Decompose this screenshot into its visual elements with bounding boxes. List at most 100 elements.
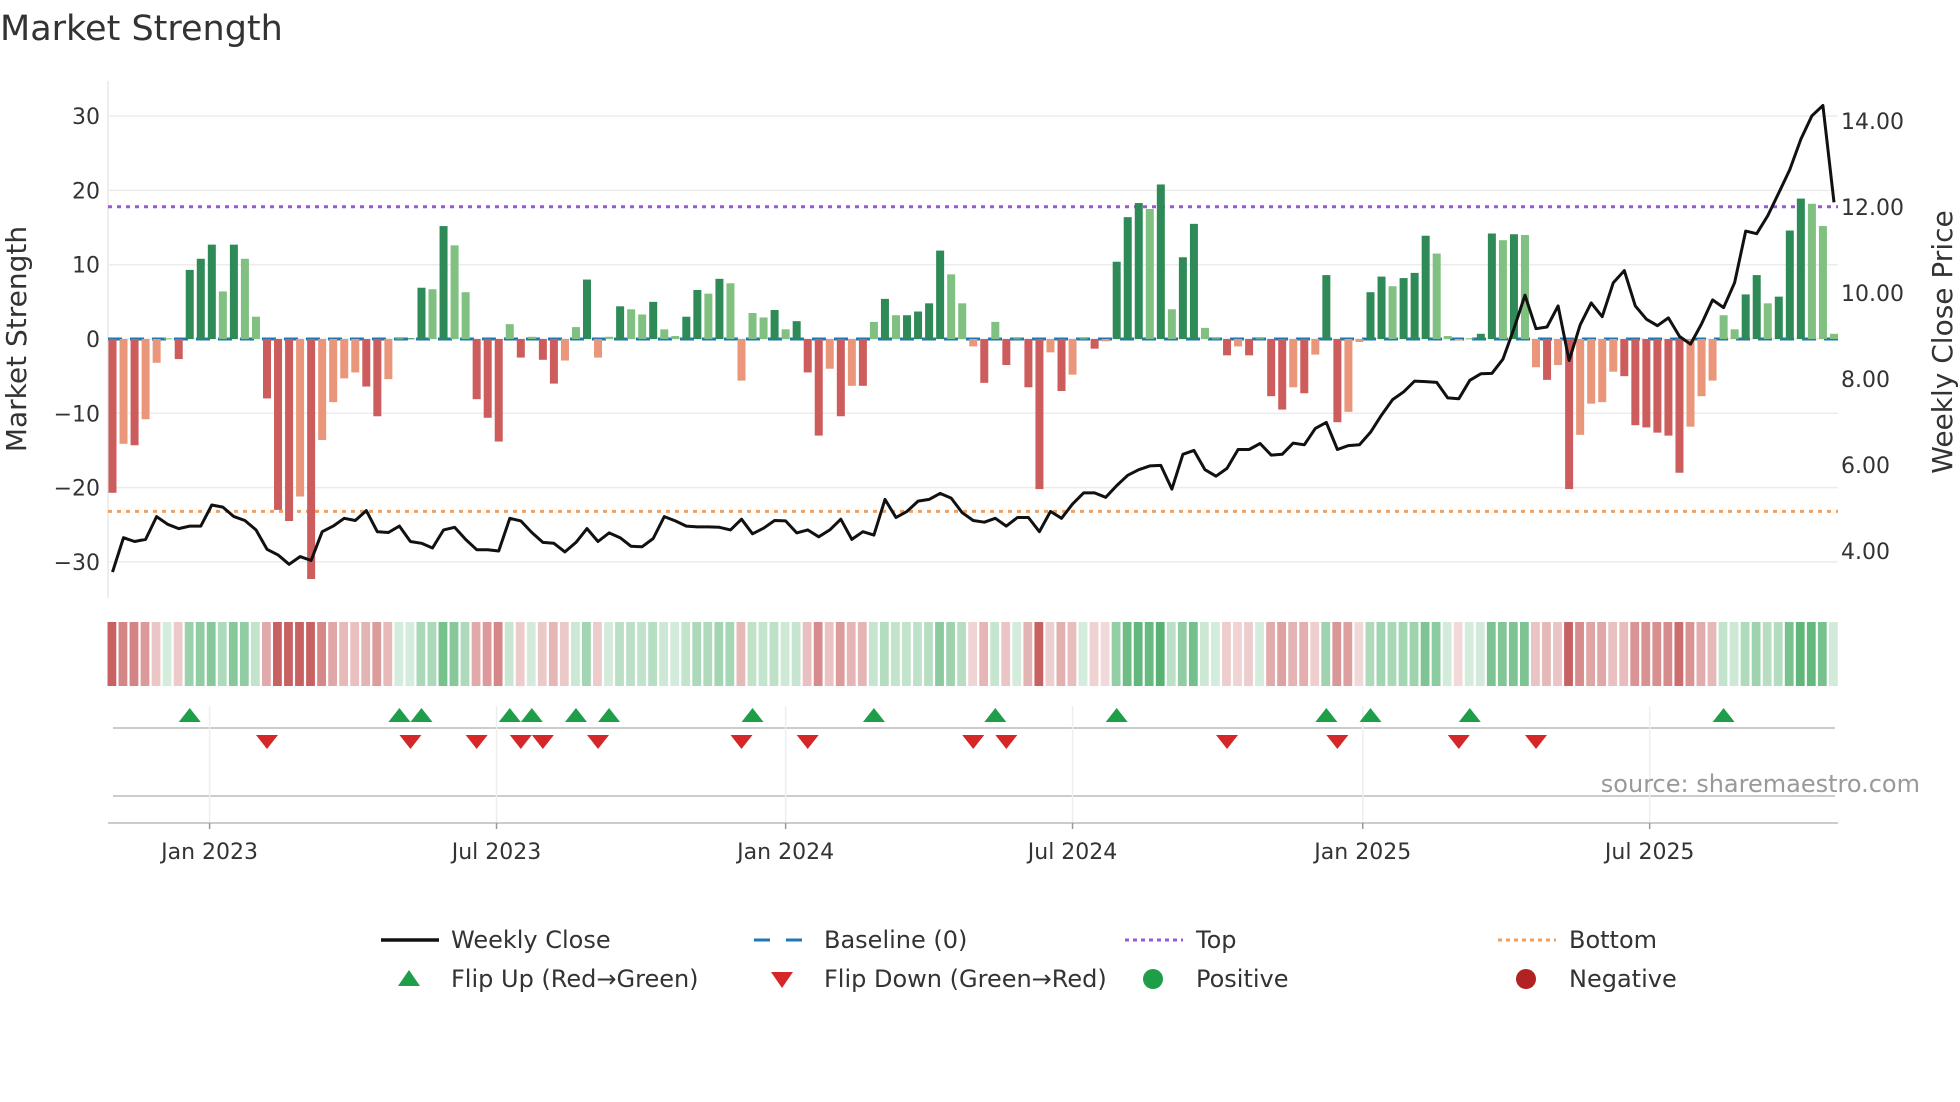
heat-cell <box>284 622 293 686</box>
heat-cell <box>1398 622 1408 686</box>
heat-cell <box>1045 622 1055 686</box>
heat-cell <box>1266 622 1275 686</box>
flip-up-marker <box>388 708 411 722</box>
strength-bar <box>1432 253 1441 339</box>
strength-bar <box>814 339 823 436</box>
strength-bar <box>340 339 349 379</box>
legend-item: Baseline (0) <box>754 926 967 954</box>
heat-cell <box>835 622 845 686</box>
heat-cell <box>758 622 768 686</box>
heat-cell <box>273 622 282 686</box>
strength-bar <box>395 338 404 340</box>
strength-bar <box>1013 338 1022 340</box>
strength-bar <box>450 245 459 339</box>
heat-cell <box>1508 622 1518 686</box>
strength-bar <box>891 315 900 339</box>
heat-cell <box>736 622 746 686</box>
heat-cell <box>250 622 260 686</box>
strength-bar <box>880 298 889 339</box>
x-tick-label: Jan 2023 <box>159 840 258 865</box>
strength-bar <box>1598 339 1607 403</box>
heat-cell <box>438 622 448 686</box>
legend-item: Flip Down (Green→Red) <box>771 965 1107 993</box>
heat-cell <box>1630 622 1640 686</box>
y-tick-label: 10 <box>72 254 100 279</box>
heat-cell <box>1122 622 1132 686</box>
strength-bar <box>1454 339 1463 341</box>
heat-cell <box>1707 622 1717 686</box>
heat-cell <box>703 622 713 686</box>
y-axis-right: 14.00 12.00 10.00 8.00 6.00 4.00 <box>1841 110 1904 565</box>
heat-cell <box>1718 622 1728 686</box>
strength-bar <box>792 321 801 339</box>
heat-cell <box>350 622 360 686</box>
strength-bar <box>141 339 150 420</box>
y2-tick-label: 6.00 <box>1841 454 1890 479</box>
heat-cell <box>306 622 315 686</box>
heat-cell <box>1376 622 1386 686</box>
flip-up-marker <box>410 708 433 722</box>
x-tick-label: Jul 2023 <box>450 840 542 865</box>
strength-bar <box>1079 338 1088 340</box>
flip-down-marker <box>995 735 1018 749</box>
strength-bar <box>1741 294 1750 339</box>
heat-cell <box>857 622 867 686</box>
heat-cell <box>1795 622 1805 686</box>
strength-bar <box>1675 339 1684 473</box>
heat-cell <box>1674 622 1684 686</box>
heat-cell <box>769 622 779 686</box>
heat-cell <box>493 622 503 686</box>
strength-bar <box>274 339 283 510</box>
strength-bar <box>549 339 558 384</box>
heat-cell <box>1817 622 1827 686</box>
heat-cell <box>1012 622 1022 686</box>
strength-bar <box>1763 303 1772 339</box>
heat-cell <box>460 622 470 686</box>
heat-cell <box>890 622 900 686</box>
flip-down-marker <box>1216 735 1239 749</box>
strength-bar <box>1818 226 1827 339</box>
heat-cell <box>1828 622 1838 686</box>
heat-cell <box>1608 622 1618 686</box>
legend-item: Flip Up (Red→Green) <box>398 965 699 993</box>
strength-bar <box>1465 338 1474 340</box>
heat-cell <box>118 622 128 686</box>
strength-bar <box>1829 333 1838 339</box>
heat-cell <box>1431 622 1441 686</box>
strength-bar <box>759 317 768 339</box>
strength-bar <box>1642 339 1651 428</box>
heat-cell <box>1740 622 1750 686</box>
flip-down-marker <box>730 735 753 749</box>
strength-bar <box>1344 339 1353 412</box>
strength-bar <box>803 339 812 373</box>
strength-bar <box>1245 339 1254 356</box>
strength-bar <box>560 339 569 361</box>
heat-cell <box>1299 622 1309 686</box>
heat-cell <box>515 622 525 686</box>
strength-bar <box>583 279 592 339</box>
heat-cell <box>593 622 602 686</box>
heat-cell <box>637 622 646 686</box>
legend-item: Positive <box>1143 965 1289 993</box>
strength-bar <box>163 338 172 340</box>
heat-cell <box>361 622 371 686</box>
strength-bar <box>1554 339 1563 366</box>
strength-bar <box>1498 240 1507 339</box>
heat-cell <box>1233 622 1242 686</box>
heat-cell <box>725 622 735 686</box>
heat-cell <box>747 622 757 686</box>
heat-cell <box>1111 622 1121 686</box>
heat-cell <box>1199 622 1209 686</box>
strength-bar <box>472 339 481 400</box>
strength-bar <box>1785 230 1794 339</box>
legend-label: Baseline (0) <box>824 926 967 954</box>
heat-cell <box>1542 622 1551 686</box>
flip-down-marker <box>962 735 985 749</box>
flip-down-marker <box>531 735 554 749</box>
strength-bar <box>1145 208 1154 339</box>
strength-bar <box>1212 338 1220 340</box>
strength-bar <box>262 339 271 399</box>
heat-cell <box>813 622 823 686</box>
strength-bar <box>1278 339 1287 410</box>
heat-cell <box>1343 622 1353 686</box>
